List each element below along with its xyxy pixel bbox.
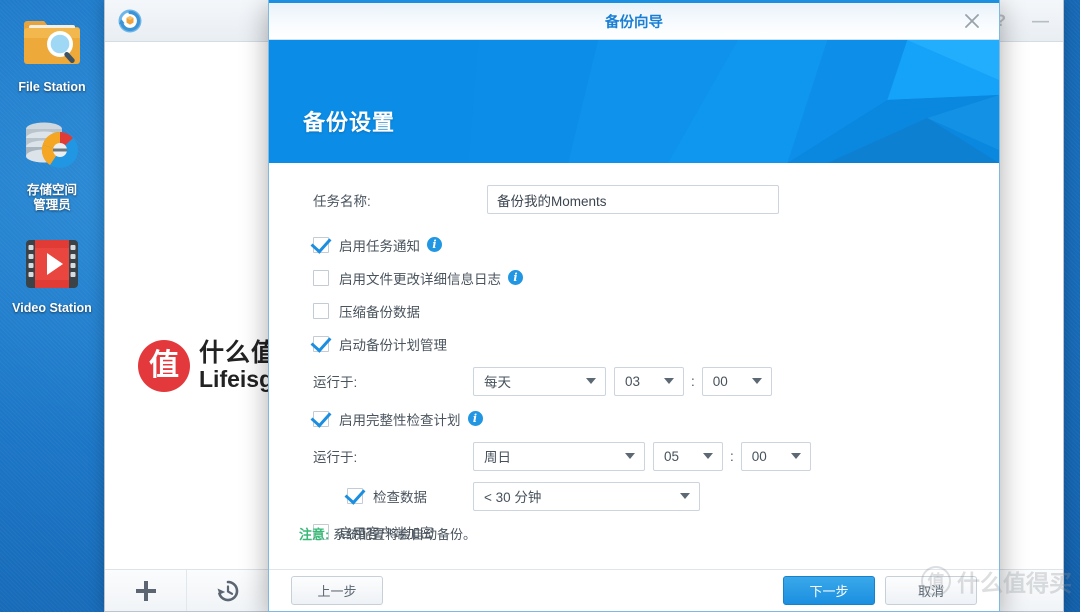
check-data-duration-value: < 30 分钟 (484, 490, 542, 505)
integrity-schedule-row: 运行于: 周日 05 : 00 (299, 435, 969, 477)
dialog-banner: 备份设置 (269, 40, 999, 163)
dialog-body: 任务名称: 启用任务通知 i 启用文件更改详细信息日志 i 压缩备份数据 启动备… (269, 163, 999, 569)
integrity-frequency-select[interactable]: 周日 (473, 441, 645, 471)
backup-hour-value: 03 (625, 373, 641, 389)
backup-time-separator: : (691, 373, 695, 389)
check-data-checkbox[interactable] (347, 488, 363, 504)
integrity-hour-value: 05 (664, 448, 680, 464)
compress-backup-data-checkbox[interactable] (313, 302, 329, 319)
integrity-frequency-value: 周日 (484, 450, 511, 465)
history-restore-icon (217, 580, 238, 601)
chevron-down-icon (625, 453, 635, 459)
integrity-minute-value: 00 (751, 448, 767, 464)
folder-search-icon (0, 10, 104, 76)
hyper-backup-icon (117, 8, 143, 34)
enable-backup-schedule-checkbox[interactable] (313, 335, 329, 352)
check-data-duration-select[interactable]: < 30 分钟 (473, 481, 700, 511)
task-name-label: 任务名称: (313, 193, 371, 209)
option-label: 启用文件更改详细信息日志 (339, 271, 501, 287)
backup-hour-select[interactable]: 03 (614, 366, 684, 396)
cancel-button[interactable]: 取消 (885, 576, 977, 605)
option-row-enable-backup-schedule[interactable]: 启动备份计划管理 (299, 327, 969, 360)
option-label: 启动备份计划管理 (339, 337, 447, 353)
note-text: 系统配置将会自动备份。 (329, 527, 476, 542)
option-row-compress-backup-data[interactable]: 压缩备份数据 (299, 294, 969, 327)
desktop-icon-video-station[interactable]: Video Station (0, 231, 104, 316)
info-icon[interactable]: i (467, 411, 483, 426)
dialog-banner-title: 备份设置 (303, 110, 396, 135)
task-name-input[interactable] (487, 185, 779, 214)
chevron-down-icon (703, 453, 713, 459)
enable-integrity-check-checkbox[interactable] (313, 410, 329, 427)
backup-wizard-dialog[interactable]: 备份向导 备份设置 任务名称: 备份我的Moments 启用任务通知 i 启用文… (268, 0, 1000, 612)
backup-frequency-select[interactable]: 每天 (473, 366, 606, 396)
task-name-row: 任务名称: (299, 185, 969, 214)
dialog-title: 备份向导 (605, 14, 663, 31)
desktop-icon-label: 存储空间 管理员 (26, 183, 77, 212)
note-key: 注意: (299, 527, 330, 542)
desktop-icon-label: File Station (18, 80, 86, 94)
chevron-down-icon (790, 453, 801, 459)
chevron-down-icon (586, 378, 596, 384)
close-icon[interactable] (961, 10, 983, 32)
backup-minute-value: 00 (712, 373, 728, 389)
minimize-button[interactable]: — (1032, 11, 1049, 31)
chevron-down-icon (664, 378, 674, 384)
chevron-down-icon (680, 493, 690, 499)
backup-frequency-value: 每天 (484, 375, 511, 390)
option-row-enable-task-notification[interactable]: 启用任务通知 i (299, 228, 969, 261)
add-backup-task-button[interactable] (105, 570, 187, 611)
desktop-icon-label: Video Station (12, 301, 92, 315)
banner-polygon-pattern (269, 40, 999, 163)
desktop-icon-storage-manager[interactable]: 存储空间 管理员 (0, 113, 104, 213)
enable-task-notification-checkbox[interactable] (313, 236, 329, 253)
chevron-down-icon (751, 378, 762, 384)
check-data-row: 检查数据 < 30 分钟 (299, 477, 969, 515)
info-icon[interactable]: i (427, 237, 442, 252)
restore-button[interactable] (187, 570, 269, 611)
option-label: 压缩备份数据 (339, 304, 420, 320)
option-label: 启用完整性检查计划 (339, 412, 461, 428)
backup-schedule-label: 运行于: (313, 375, 358, 390)
background-window-controls[interactable]: ? — (996, 0, 1049, 42)
integrity-time-separator: : (730, 448, 734, 464)
next-button[interactable]: 下一步 (783, 576, 875, 605)
backup-minute-select[interactable]: 00 (701, 366, 772, 396)
desktop-icon-list: File Station 存储空间 管理员 Video Station (0, 10, 104, 316)
dialog-footer: 上一步 下一步 取消 (269, 569, 999, 611)
desktop-icon-file-station[interactable]: File Station (0, 10, 104, 95)
previous-button[interactable]: 上一步 (291, 576, 383, 605)
note-message: 注意: 系统配置将会自动备份。 (299, 524, 476, 543)
integrity-minute-select[interactable]: 00 (740, 441, 811, 471)
option-row-enable-integrity-check[interactable]: 启用完整性检查计划 i (299, 402, 969, 435)
plus-icon (135, 580, 156, 601)
detailed-file-change-log-checkbox[interactable] (313, 269, 329, 286)
dialog-titlebar[interactable]: 备份向导 (269, 3, 999, 40)
info-icon[interactable]: i (508, 270, 523, 285)
integrity-schedule-label: 运行于: (313, 450, 358, 465)
option-label: 启用任务通知 (339, 238, 420, 254)
backup-schedule-row: 运行于: 每天 03 : 00 (299, 360, 969, 402)
integrity-hour-select[interactable]: 05 (653, 441, 723, 471)
storage-manager-icon (0, 113, 104, 179)
video-station-icon (0, 231, 104, 297)
option-row-detailed-file-change-log[interactable]: 启用文件更改详细信息日志 i (299, 261, 969, 294)
check-data-label: 检查数据 (373, 490, 427, 505)
